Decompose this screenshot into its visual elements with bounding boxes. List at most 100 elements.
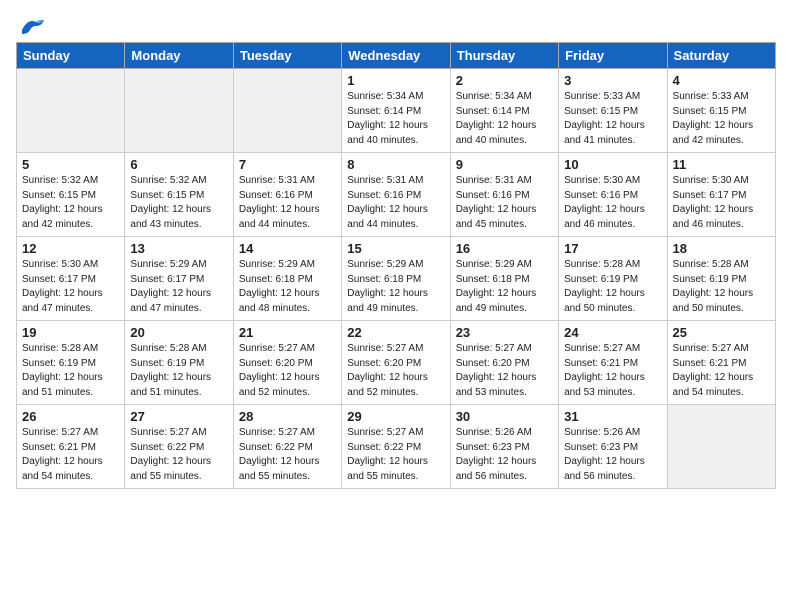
- day-info: Sunrise: 5:27 AM Sunset: 6:22 PM Dayligh…: [130, 426, 227, 484]
- calendar-week-2: 5Sunrise: 5:32 AM Sunset: 6:15 PM Daylig…: [17, 153, 776, 237]
- day-number: 31: [564, 409, 661, 424]
- calendar-col-wednesday: Wednesday: [342, 43, 450, 69]
- day-number: 20: [130, 325, 227, 340]
- calendar-cell: 15Sunrise: 5:29 AM Sunset: 6:18 PM Dayli…: [342, 237, 450, 321]
- day-number: 27: [130, 409, 227, 424]
- calendar-cell: 27 Sunrise: 5:27 AM Sunset: 6:22 PM Dayli…: [125, 405, 233, 489]
- day-number: 12: [22, 241, 119, 256]
- calendar-cell: 30 Sunrise: 5:26 AM Sunset: 6:23 PM Dayli…: [450, 405, 558, 489]
- calendar-cell: 7Sunrise: 5:31 AM Sunset: 6:16 PM Daylig…: [233, 153, 341, 237]
- calendar-cell: 13 Sunrise: 5:29 AM Sunset: 6:17 PM Dayli…: [125, 237, 233, 321]
- day-number: 3: [564, 73, 661, 88]
- calendar-col-saturday: Saturday: [667, 43, 775, 69]
- calendar-header-row: SundayMondayTuesdayWednesdayThursdayFrid…: [17, 43, 776, 69]
- day-info: Sunrise: 5:33 AM Sunset: 6:15 PM Dayligh…: [564, 90, 661, 148]
- calendar-cell: 25Sunrise: 5:27 AM Sunset: 6:21 PM Dayli…: [667, 321, 775, 405]
- day-number: 28: [239, 409, 336, 424]
- calendar-cell: 5Sunrise: 5:32 AM Sunset: 6:15 PM Daylig…: [17, 153, 125, 237]
- day-number: 9: [456, 157, 553, 172]
- day-info: Sunrise: 5:27 AM Sunset: 6:21 PM Dayligh…: [564, 342, 661, 400]
- calendar-cell: 1Sunrise: 5:34 AM Sunset: 6:14 PM Daylig…: [342, 69, 450, 153]
- day-info: Sunrise: 5:27 AM Sunset: 6:22 PM Dayligh…: [239, 426, 336, 484]
- calendar-cell: 8 Sunrise: 5:31 AM Sunset: 6:16 PM Daylig…: [342, 153, 450, 237]
- calendar-cell: 2 Sunrise: 5:34 AM Sunset: 6:14 PM Daylig…: [450, 69, 558, 153]
- day-info: Sunrise: 5:27 AM Sunset: 6:20 PM Dayligh…: [456, 342, 553, 400]
- calendar-cell: 11 Sunrise: 5:30 AM Sunset: 6:17 PM Dayli…: [667, 153, 775, 237]
- calendar-cell: 21 Sunrise: 5:27 AM Sunset: 6:20 PM Dayli…: [233, 321, 341, 405]
- day-number: 19: [22, 325, 119, 340]
- day-info: Sunrise: 5:30 AM Sunset: 6:17 PM Dayligh…: [22, 258, 119, 316]
- calendar-cell: 31 Sunrise: 5:26 AM Sunset: 6:23 PM Dayli…: [559, 405, 667, 489]
- day-number: 13: [130, 241, 227, 256]
- day-info: Sunrise: 5:27 AM Sunset: 6:20 PM Dayligh…: [239, 342, 336, 400]
- page-header: [16, 16, 776, 34]
- day-number: 4: [673, 73, 770, 88]
- calendar-col-thursday: Thursday: [450, 43, 558, 69]
- day-info: Sunrise: 5:33 AM Sunset: 6:15 PM Dayligh…: [673, 90, 770, 148]
- day-info: Sunrise: 5:26 AM Sunset: 6:23 PM Dayligh…: [564, 426, 661, 484]
- day-number: 8: [347, 157, 444, 172]
- day-info: Sunrise: 5:28 AM Sunset: 6:19 PM Dayligh…: [130, 342, 227, 400]
- calendar-cell: [667, 405, 775, 489]
- calendar-cell: 9 Sunrise: 5:31 AM Sunset: 6:16 PM Daylig…: [450, 153, 558, 237]
- day-number: 25: [673, 325, 770, 340]
- day-info: Sunrise: 5:32 AM Sunset: 6:15 PM Dayligh…: [22, 174, 119, 232]
- calendar-cell: 6 Sunrise: 5:32 AM Sunset: 6:15 PM Daylig…: [125, 153, 233, 237]
- calendar-cell: 16 Sunrise: 5:29 AM Sunset: 6:18 PM Dayli…: [450, 237, 558, 321]
- day-info: Sunrise: 5:28 AM Sunset: 6:19 PM Dayligh…: [564, 258, 661, 316]
- calendar-cell: 23 Sunrise: 5:27 AM Sunset: 6:20 PM Dayli…: [450, 321, 558, 405]
- day-number: 11: [673, 157, 770, 172]
- day-info: Sunrise: 5:30 AM Sunset: 6:16 PM Dayligh…: [564, 174, 661, 232]
- day-info: Sunrise: 5:32 AM Sunset: 6:15 PM Dayligh…: [130, 174, 227, 232]
- calendar-cell: [125, 69, 233, 153]
- calendar-cell: [17, 69, 125, 153]
- day-number: 30: [456, 409, 553, 424]
- day-number: 6: [130, 157, 227, 172]
- day-info: Sunrise: 5:28 AM Sunset: 6:19 PM Dayligh…: [22, 342, 119, 400]
- calendar-cell: 14 Sunrise: 5:29 AM Sunset: 6:18 PM Dayli…: [233, 237, 341, 321]
- calendar-cell: 28 Sunrise: 5:27 AM Sunset: 6:22 PM Dayli…: [233, 405, 341, 489]
- day-info: Sunrise: 5:27 AM Sunset: 6:20 PM Dayligh…: [347, 342, 444, 400]
- calendar-cell: 19 Sunrise: 5:28 AM Sunset: 6:19 PM Dayli…: [17, 321, 125, 405]
- day-info: Sunrise: 5:30 AM Sunset: 6:17 PM Dayligh…: [673, 174, 770, 232]
- calendar-col-friday: Friday: [559, 43, 667, 69]
- day-number: 10: [564, 157, 661, 172]
- calendar-cell: 22Sunrise: 5:27 AM Sunset: 6:20 PM Dayli…: [342, 321, 450, 405]
- calendar-cell: 3 Sunrise: 5:33 AM Sunset: 6:15 PM Daylig…: [559, 69, 667, 153]
- day-number: 2: [456, 73, 553, 88]
- day-number: 17: [564, 241, 661, 256]
- day-info: Sunrise: 5:28 AM Sunset: 6:19 PM Dayligh…: [673, 258, 770, 316]
- day-info: Sunrise: 5:29 AM Sunset: 6:18 PM Dayligh…: [347, 258, 444, 316]
- day-info: Sunrise: 5:26 AM Sunset: 6:23 PM Dayligh…: [456, 426, 553, 484]
- day-info: Sunrise: 5:31 AM Sunset: 6:16 PM Dayligh…: [347, 174, 444, 232]
- calendar-week-3: 12 Sunrise: 5:30 AM Sunset: 6:17 PM Dayli…: [17, 237, 776, 321]
- calendar-week-5: 26 Sunrise: 5:27 AM Sunset: 6:21 PM Dayli…: [17, 405, 776, 489]
- day-info: Sunrise: 5:29 AM Sunset: 6:18 PM Dayligh…: [239, 258, 336, 316]
- calendar-table: SundayMondayTuesdayWednesdayThursdayFrid…: [16, 42, 776, 489]
- day-info: Sunrise: 5:34 AM Sunset: 6:14 PM Dayligh…: [456, 90, 553, 148]
- calendar-week-4: 19 Sunrise: 5:28 AM Sunset: 6:19 PM Dayli…: [17, 321, 776, 405]
- day-number: 24: [564, 325, 661, 340]
- day-number: 18: [673, 241, 770, 256]
- day-number: 23: [456, 325, 553, 340]
- day-number: 14: [239, 241, 336, 256]
- day-number: 29: [347, 409, 444, 424]
- day-number: 26: [22, 409, 119, 424]
- day-info: Sunrise: 5:29 AM Sunset: 6:18 PM Dayligh…: [456, 258, 553, 316]
- calendar-col-sunday: Sunday: [17, 43, 125, 69]
- calendar-cell: 18 Sunrise: 5:28 AM Sunset: 6:19 PM Dayli…: [667, 237, 775, 321]
- logo-bird-icon: [18, 16, 46, 38]
- calendar-cell: 12 Sunrise: 5:30 AM Sunset: 6:17 PM Dayli…: [17, 237, 125, 321]
- calendar-cell: 20 Sunrise: 5:28 AM Sunset: 6:19 PM Dayli…: [125, 321, 233, 405]
- day-number: 1: [347, 73, 444, 88]
- day-number: 21: [239, 325, 336, 340]
- logo: [16, 16, 46, 34]
- day-info: Sunrise: 5:31 AM Sunset: 6:16 PM Dayligh…: [456, 174, 553, 232]
- day-info: Sunrise: 5:27 AM Sunset: 6:22 PM Dayligh…: [347, 426, 444, 484]
- day-info: Sunrise: 5:27 AM Sunset: 6:21 PM Dayligh…: [22, 426, 119, 484]
- calendar-week-1: 1 Sunrise: 5:34 AM Sunset: 6:14 PM Daylig…: [17, 69, 776, 153]
- day-number: 16: [456, 241, 553, 256]
- day-info: Sunrise: 5:31 AM Sunset: 6:16 PM Dayligh…: [239, 174, 336, 232]
- calendar-cell: [233, 69, 341, 153]
- day-info: Sunrise: 5:29 AM Sunset: 6:17 PM Dayligh…: [130, 258, 227, 316]
